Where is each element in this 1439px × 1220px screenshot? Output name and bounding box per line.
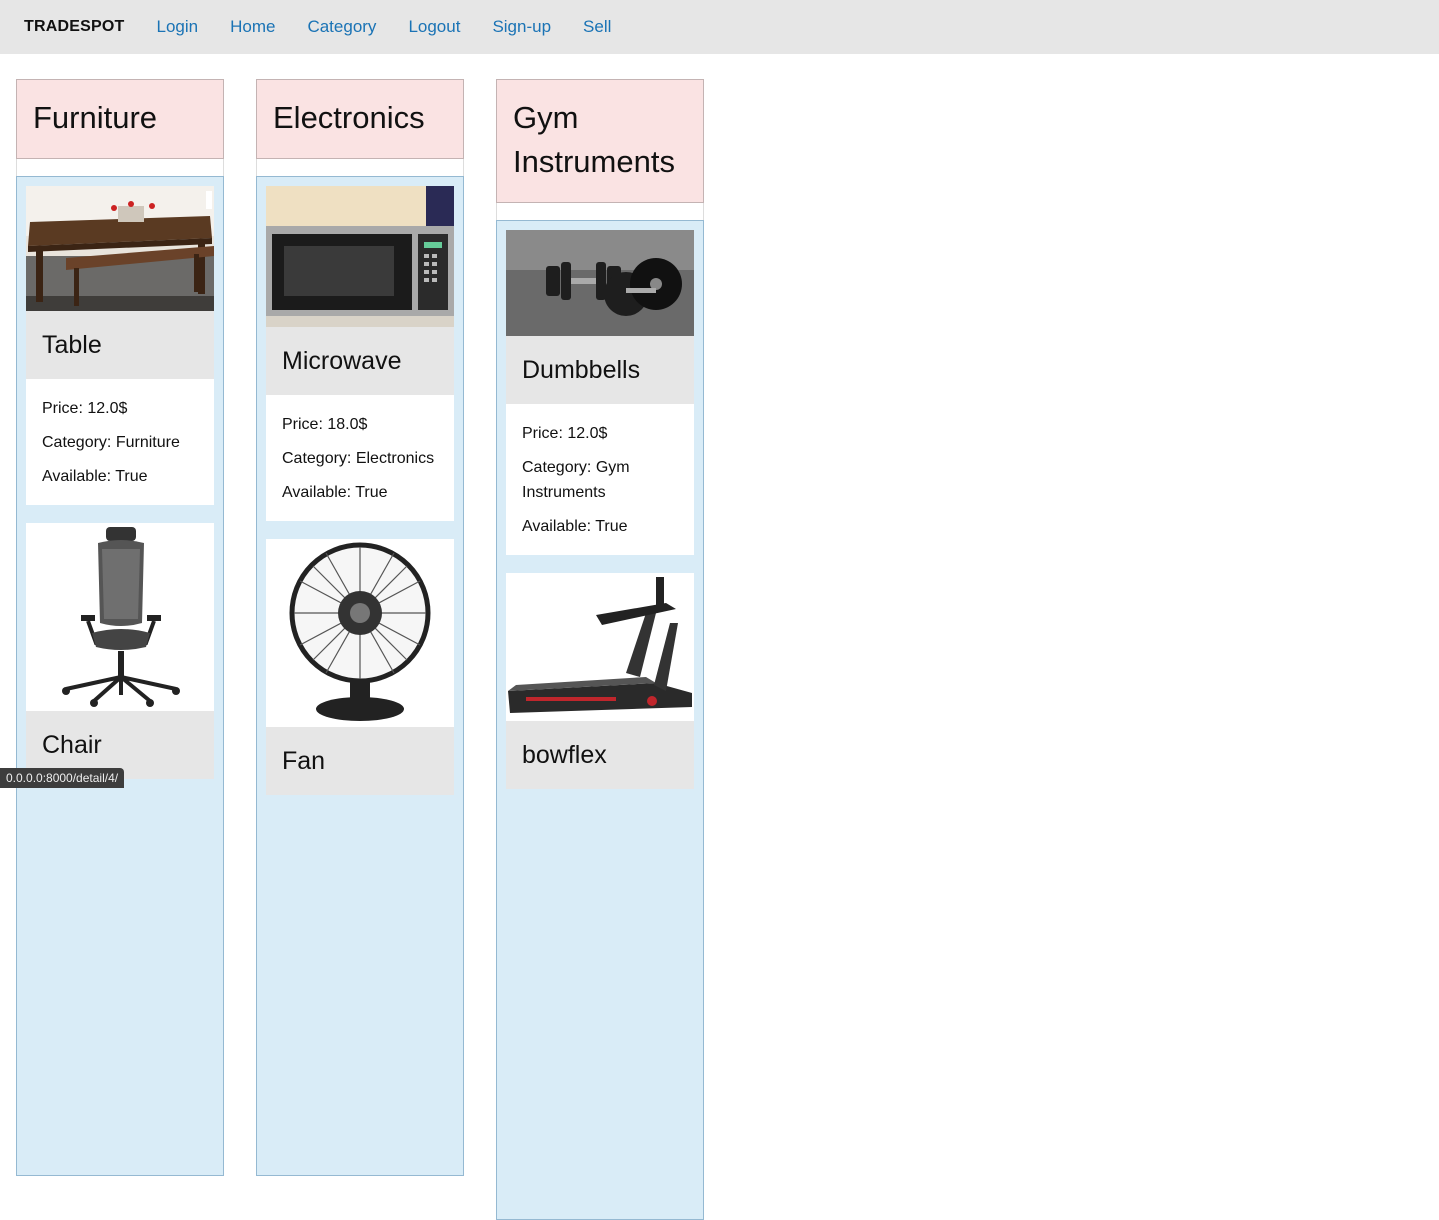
product-list: Table Price: 12.0$ Category: Furniture A… <box>16 176 224 1176</box>
product-card[interactable]: Fan <box>266 539 454 795</box>
nav-link-category[interactable]: Category <box>307 17 376 37</box>
product-list: Microwave Price: 18.0$ Category: Electro… <box>256 176 464 1176</box>
product-info: Price: 18.0$ Category: Electronics Avail… <box>266 395 454 521</box>
dumbbells-photo[interactable] <box>506 230 694 336</box>
product-price: Price: 12.0$ <box>42 400 128 417</box>
product-category: Category: Gym Instruments <box>522 459 630 501</box>
dining-table-photo[interactable] <box>26 186 214 311</box>
product-name[interactable]: Dumbbells <box>506 336 694 404</box>
product-price: Price: 12.0$ <box>522 425 608 442</box>
product-name[interactable]: bowflex <box>506 721 694 789</box>
navbar: TRADESPOT Login Home Category Logout Sig… <box>0 0 1439 54</box>
treadmill-photo[interactable] <box>506 573 694 721</box>
brand-logo[interactable]: TRADESPOT <box>24 18 124 36</box>
category-title[interactable]: Gym Instruments <box>496 79 704 203</box>
product-card[interactable]: Table Price: 12.0$ Category: Furniture A… <box>26 186 214 505</box>
product-name[interactable]: Table <box>26 311 214 379</box>
product-info: Price: 12.0$ Category: Furniture Availab… <box>26 379 214 505</box>
nav-link-signup[interactable]: Sign-up <box>492 17 551 37</box>
column-spacer <box>496 203 704 220</box>
nav-links: Login Home Category Logout Sign-up Sell <box>140 17 611 37</box>
product-category: Category: Electronics <box>282 450 435 467</box>
product-price: Price: 18.0$ <box>282 416 368 433</box>
product-category: Category: Furniture <box>42 434 180 451</box>
column-spacer <box>16 159 224 176</box>
product-card[interactable]: Microwave Price: 18.0$ Category: Electro… <box>266 186 454 521</box>
microwave-photo[interactable] <box>266 186 454 327</box>
product-name[interactable]: Fan <box>266 727 454 795</box>
product-name[interactable]: Microwave <box>266 327 454 395</box>
product-availability: Available: True <box>282 484 388 501</box>
category-column-gym-instruments: Gym Instruments Dumbbells Price: 12.0$ C… <box>496 79 704 1220</box>
product-list: Dumbbells Price: 12.0$ Category: Gym Ins… <box>496 220 704 1220</box>
category-column-electronics: Electronics Microwave Price: 18.0$ Categ… <box>256 79 464 1176</box>
office-chair-photo[interactable] <box>26 523 214 711</box>
column-spacer <box>256 159 464 176</box>
product-availability: Available: True <box>522 518 628 535</box>
product-availability: Available: True <box>42 468 148 485</box>
product-card[interactable]: Dumbbells Price: 12.0$ Category: Gym Ins… <box>506 230 694 555</box>
category-title[interactable]: Electronics <box>256 79 464 159</box>
link-preview-status: 0.0.0.0:8000/detail/4/ <box>0 768 125 788</box>
category-column-furniture: Furniture Table Price: 12.0$ Category: F… <box>16 79 224 1176</box>
nav-link-login[interactable]: Login <box>156 17 198 37</box>
nav-link-sell[interactable]: Sell <box>583 17 611 37</box>
product-card[interactable]: bowflex <box>506 573 694 789</box>
desk-fan-photo[interactable] <box>266 539 454 727</box>
category-title[interactable]: Furniture <box>16 79 224 159</box>
nav-link-logout[interactable]: Logout <box>408 17 460 37</box>
nav-link-home[interactable]: Home <box>230 17 275 37</box>
product-card[interactable]: Chair <box>26 523 214 779</box>
product-info: Price: 12.0$ Category: Gym Instruments A… <box>506 404 694 555</box>
